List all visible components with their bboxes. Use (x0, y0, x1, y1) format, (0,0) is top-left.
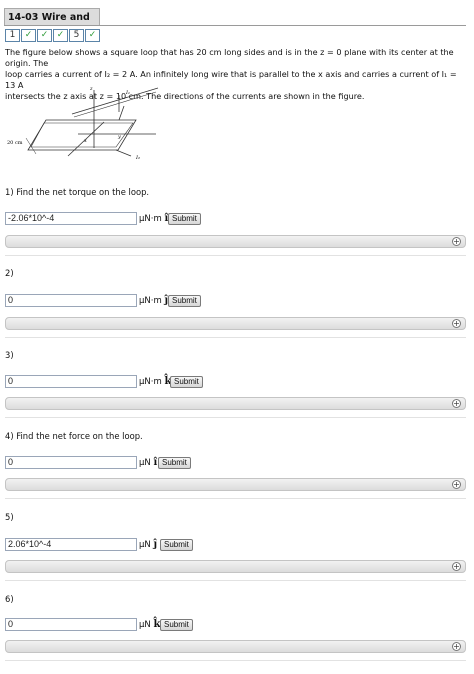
unit-vector-4: î (153, 457, 158, 468)
question-2-prompt: 2) (5, 268, 14, 278)
step-check-icon[interactable]: ✓ (21, 29, 36, 42)
submit-button-6[interactable]: Submit (160, 619, 193, 631)
hint-bar-1[interactable]: + (5, 235, 466, 248)
unit-text-3: μN·m (139, 377, 162, 387)
hint-bar-2[interactable]: + (5, 317, 466, 330)
unit-label-3: μN·m k̂ (139, 376, 171, 387)
figure-y-label: y (117, 134, 121, 140)
question-divider (5, 660, 466, 661)
question-4-prompt: 4) Find the net force on the loop. (5, 431, 143, 441)
expand-plus-icon[interactable]: + (452, 562, 461, 571)
answer-input-2[interactable]: 0 (5, 294, 137, 307)
question-divider (5, 337, 466, 338)
figure-x-label: x (84, 138, 87, 144)
unit-vector-5: ĵ (153, 539, 158, 550)
expand-plus-icon[interactable]: + (452, 399, 461, 408)
question-5-prompt: 5) (5, 512, 14, 522)
submit-button-4[interactable]: Submit (158, 457, 191, 469)
expand-plus-icon[interactable]: + (452, 319, 461, 328)
unit-text-5: μN (139, 540, 151, 550)
hint-bar-5[interactable]: + (5, 560, 466, 573)
unit-text-2: μN·m (139, 296, 162, 306)
figure-z-label: z (89, 86, 93, 92)
answer-input-6[interactable]: 0 (5, 618, 137, 631)
answer-input-5[interactable]: 2.06*10^-4 (5, 538, 137, 551)
answer-input-1[interactable]: -2.06*10^-4 (5, 212, 137, 225)
answer-input-4[interactable]: 0 (5, 456, 137, 469)
figure-i1-label: I₁ (125, 90, 130, 96)
hint-bar-4[interactable]: + (5, 478, 466, 491)
unit-label-5: μN ĵ (139, 539, 157, 550)
step-5[interactable]: 5 (69, 29, 84, 42)
unit-label-1: μN·m î (139, 213, 168, 224)
hint-bar-3[interactable]: + (5, 397, 466, 410)
answer-input-3[interactable]: 0 (5, 375, 137, 388)
problem-line-1: The figure below shows a square loop tha… (5, 47, 454, 68)
unit-text-6: μN (139, 620, 151, 630)
step-check-icon[interactable]: ✓ (37, 29, 52, 42)
submit-button-1[interactable]: Submit (168, 213, 201, 225)
step-1[interactable]: 1 (5, 29, 20, 42)
assignment-title: 14-03 Wire and Loop (4, 8, 100, 41)
unit-text-4: μN (139, 458, 151, 468)
unit-label-6: μN k̂ (139, 619, 160, 630)
question-1-prompt: 1) Find the net torque on the loop. (5, 187, 150, 197)
question-divider (5, 417, 466, 418)
question-6-prompt: 6) (5, 594, 14, 604)
long-wire (71, 87, 159, 115)
question-divider (5, 580, 466, 581)
progress-steps: 1 ✓ ✓ ✓ 5 ✓ (5, 29, 101, 42)
unit-label-4: μN î (139, 457, 157, 468)
expand-plus-icon[interactable]: + (452, 642, 461, 651)
unit-label-2: μN·m ĵ (139, 295, 168, 306)
submit-button-5[interactable]: Submit (160, 539, 193, 551)
figure-i2-label: I₂ (135, 155, 140, 161)
hint-bar-6[interactable]: + (5, 640, 466, 653)
wire-loop-figure: z y x I₁ I₂ 20 cm (7, 86, 159, 161)
question-divider (5, 255, 466, 256)
expand-plus-icon[interactable]: + (452, 237, 461, 246)
submit-button-2[interactable]: Submit (168, 295, 201, 307)
question-3-prompt: 3) (5, 350, 14, 360)
step-check-icon[interactable]: ✓ (53, 29, 68, 42)
title-divider (4, 25, 466, 26)
figure-side-label: 20 cm (7, 140, 23, 146)
step-check-icon[interactable]: ✓ (85, 29, 100, 42)
submit-button-3[interactable]: Submit (170, 376, 203, 388)
expand-plus-icon[interactable]: + (452, 480, 461, 489)
question-divider (5, 498, 466, 499)
unit-text-1: μN·m (139, 214, 162, 224)
